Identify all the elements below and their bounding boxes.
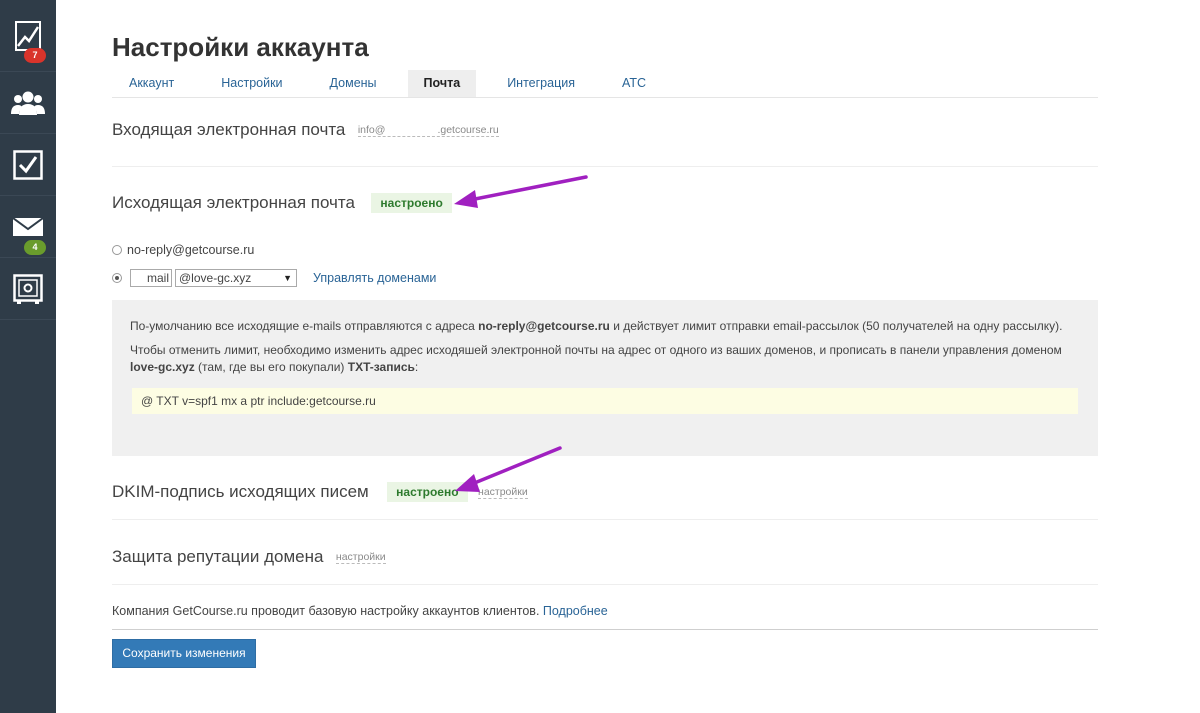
chart-icon [15,20,41,51]
redacted-part [385,132,437,133]
tab-bar: Аккаунт Настройки Домены Почта Интеграци… [112,70,1098,98]
reputation-section: Защита репутации домена настройки [112,547,1098,585]
checkbox-icon [13,149,43,180]
radio-custom[interactable] [112,273,122,283]
incoming-address-prefix: info@ [357,123,386,136]
learn-more-link[interactable]: Подробнее [543,604,608,618]
incoming-mail-title: Входящая электронная почта [112,120,346,139]
dkim-settings-link[interactable]: настройки [478,486,528,499]
sidebar-item-stats[interactable]: 7 [0,0,56,72]
info-bold-address: no-reply@getcourse.ru [478,319,610,333]
notifications-badge: 7 [24,48,46,63]
incoming-mail-address[interactable]: info@ .getcourse.ru [357,123,499,137]
dkim-section: DKIM-подпись исходящих писем настроено н… [112,482,1098,520]
radio-custom-sender[interactable]: mail @love-gc.xyz ▼ Управлять доменами [112,269,436,287]
footer-note-text: Компания GetCourse.ru проводит базовую н… [112,604,543,618]
default-sender-label: no-reply@getcourse.ru [127,243,255,257]
domain-select[interactable]: @love-gc.xyz ▼ [175,269,297,287]
manage-domains-link[interactable]: Управлять доменами [313,271,436,285]
domain-selected-value: @love-gc.xyz [179,271,252,285]
dkim-status-badge: настроено [387,482,468,502]
sidebar-item-mail[interactable]: 4 [0,196,56,258]
page-title: Настройки аккаунта [112,32,369,62]
radio-default-sender[interactable]: no-reply@getcourse.ru [112,243,254,257]
tab-integration[interactable]: Интеграция [491,70,591,97]
info-text: (там, где вы его покупали) [194,360,348,374]
info-text: : [414,360,419,374]
safe-icon [13,273,43,304]
tab-settings[interactable]: Настройки [205,70,298,97]
sidebar-item-users[interactable] [0,72,56,134]
outgoing-mail-header: Исходящая электронная почта настроено [112,193,452,213]
radio-default[interactable] [112,245,122,255]
mail-badge: 4 [24,240,46,255]
footer-note: Компания GetCourse.ru проводит базовую н… [112,604,608,618]
incoming-mail-section: Входящая электронная почта info@ .getcour… [112,120,1098,167]
info-text: Чтобы отменить лимит, необходимо изменит… [130,343,1062,357]
reputation-title: Защита репутации домена [112,547,324,566]
info-text: и действует лимит отправки email-рассыло… [609,319,1063,333]
info-bold-domain: love-gc.xyz [130,360,195,374]
save-button[interactable]: Сохранить изменения [112,639,256,668]
chevron-down-icon: ▼ [283,273,292,283]
info-paragraph-1: По-умолчанию все исходящие e-mails отпра… [130,318,1080,335]
outgoing-status-badge: настроено [371,193,452,213]
sidebar-item-tasks[interactable] [0,134,56,196]
tab-pbx[interactable]: АТС [606,70,662,97]
mail-local-part-input[interactable]: mail [130,269,172,287]
dkim-title: DKIM-подпись исходящих писем [112,482,369,501]
info-box: По-умолчанию все исходящие e-mails отпра… [112,300,1098,456]
incoming-address-suffix: .getcourse.ru [437,123,499,136]
annotation-arrow-outgoing [454,175,588,208]
tab-mail[interactable]: Почта [407,70,477,97]
txt-record-box: @ TXT v=spf1 mx a ptr include:getcourse.… [132,388,1078,414]
sidebar-item-settings[interactable] [0,258,56,320]
users-icon [11,90,45,116]
mail-icon [13,216,43,238]
reputation-settings-link[interactable]: настройки [335,551,386,564]
outgoing-mail-title: Исходящая электронная почта [112,193,355,212]
info-text: По-умолчанию все исходящие e-mails отпра… [130,319,479,333]
info-paragraph-2: Чтобы отменить лимит, необходимо изменит… [130,342,1080,376]
info-bold-txt: TXT-запись [347,360,415,374]
tab-domains[interactable]: Домены [314,70,393,97]
sidebar: 7 4 [0,0,56,713]
tab-account[interactable]: Аккаунт [113,70,190,97]
divider [112,629,1098,630]
